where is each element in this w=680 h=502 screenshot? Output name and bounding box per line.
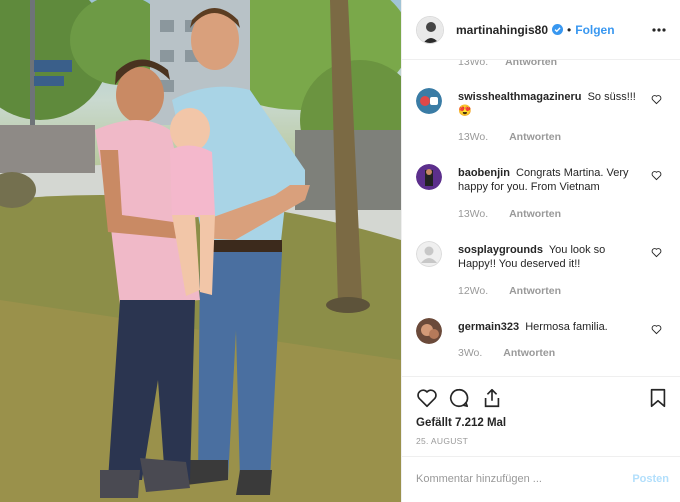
more-options-icon[interactable] xyxy=(651,22,667,38)
reply-button[interactable]: Antworten xyxy=(509,131,561,143)
heart-icon[interactable] xyxy=(651,247,662,258)
post-actions: Gefällt 7.212 Mal 25. AUGUST xyxy=(402,376,680,456)
reply-button[interactable]: Antworten xyxy=(503,347,555,359)
comment-meta: 13Wo. Antworten xyxy=(458,131,561,143)
commenter-avatar[interactable] xyxy=(416,318,442,344)
post-date: 25. AUGUST xyxy=(416,436,469,446)
comment-text-block: sosplaygrounds You look so Happy!! You d… xyxy=(458,243,644,271)
comment-text-block: baobenjin Congrats Martina. Very happy f… xyxy=(458,166,644,194)
author-username[interactable]: martinahingis80 xyxy=(456,23,548,37)
comment-text: Hermosa familia. xyxy=(525,321,608,333)
post-photo xyxy=(0,0,401,502)
comment-meta: 12Wo. Antworten xyxy=(458,285,561,297)
comment-meta-partial: 13Wo. Antworten xyxy=(458,60,557,68)
verified-badge-icon xyxy=(552,24,564,35)
reply-button[interactable]: Antworten xyxy=(509,285,561,297)
reply-button[interactable]: Antworten xyxy=(509,208,561,220)
header-separator: • xyxy=(567,22,572,37)
commenter-avatar[interactable] xyxy=(416,88,442,114)
comment-meta: 13Wo. Antworten xyxy=(458,208,561,220)
commenter-username[interactable]: baobenjin xyxy=(458,167,510,179)
reply-button[interactable]: Antworten xyxy=(505,60,557,68)
heart-icon[interactable] xyxy=(651,94,662,105)
author-avatar[interactable] xyxy=(416,15,444,44)
follow-button[interactable]: Folgen xyxy=(575,23,614,37)
bookmark-icon[interactable] xyxy=(647,387,669,409)
comment-bubble-icon[interactable] xyxy=(448,387,470,409)
comment-time: 13Wo. xyxy=(458,131,489,143)
heart-icon[interactable] xyxy=(651,170,662,181)
likes-count[interactable]: Gefällt 7.212 Mal xyxy=(416,417,506,429)
family-photo-illustration xyxy=(0,0,401,502)
commenter-username[interactable]: swisshealthmagazineru xyxy=(458,91,582,103)
comment-time: 13Wo. xyxy=(458,60,489,68)
add-comment-bar: Posten xyxy=(402,456,680,502)
comment-time: 3Wo. xyxy=(458,347,483,359)
heart-icon[interactable] xyxy=(651,324,662,335)
post-comment-button[interactable]: Posten xyxy=(632,473,669,485)
comment-time: 13Wo. xyxy=(458,208,489,220)
post-header: martinahingis80 • Folgen xyxy=(402,0,680,60)
comment-time: 12Wo. xyxy=(458,285,489,297)
comments-list[interactable]: 13Wo. Antworten swisshealthmagazineru So… xyxy=(402,60,680,376)
comment-input[interactable] xyxy=(416,470,616,488)
commenter-username[interactable]: germain323 xyxy=(458,321,519,333)
post-side-panel: martinahingis80 • Folgen 13Wo. Antworten xyxy=(401,0,680,502)
comment-text-block: germain323 Hermosa familia. xyxy=(458,320,644,334)
comment-meta: 3Wo. Antworten xyxy=(458,347,555,359)
commenter-avatar[interactable] xyxy=(416,241,442,267)
commenter-username[interactable]: sosplaygrounds xyxy=(458,244,543,256)
comment-text-block: swisshealthmagazineru So süss!!! 😍 xyxy=(458,90,644,118)
heart-icon[interactable] xyxy=(416,387,438,409)
share-icon[interactable] xyxy=(481,387,503,409)
commenter-avatar[interactable] xyxy=(416,164,442,190)
